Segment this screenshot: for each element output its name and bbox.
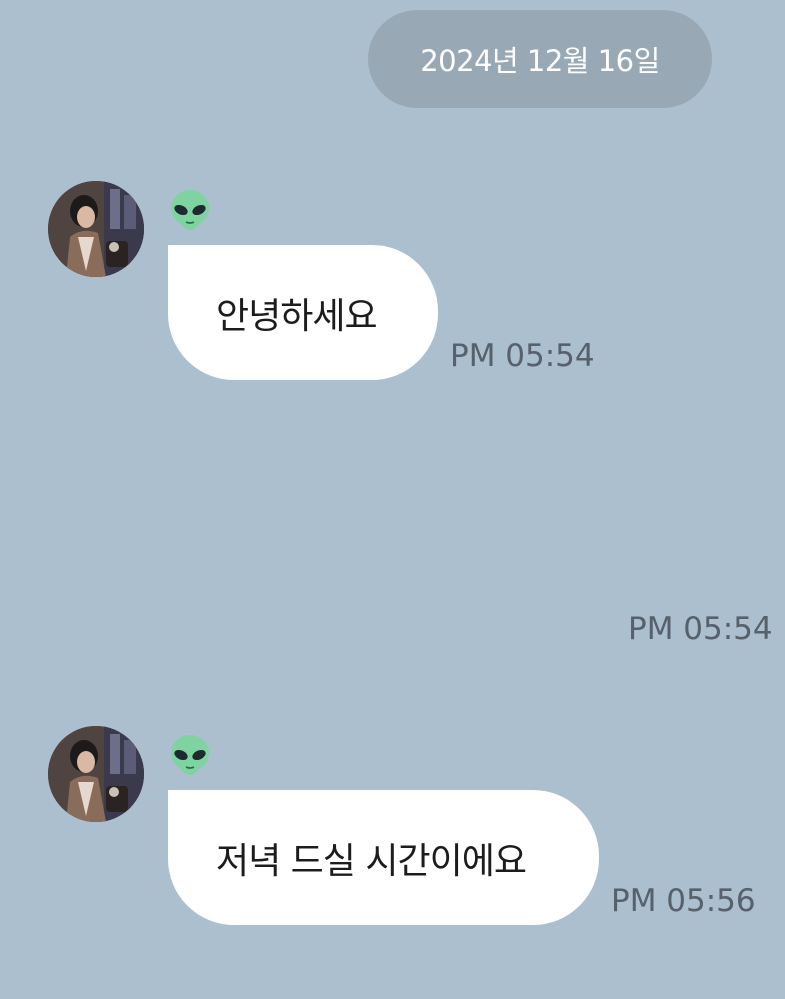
message-text: 안녕하세요	[216, 295, 378, 337]
message-time: PM 05:54	[450, 338, 595, 374]
message-time: PM 05:54	[628, 611, 773, 647]
message-bubble[interactable]: 저녁 드실 시간이에요	[168, 790, 599, 925]
message-text: 저녁 드실 시간이에요	[216, 840, 527, 882]
date-divider: 2024년 12월 16일	[368, 10, 712, 108]
avatar[interactable]	[48, 181, 144, 277]
message-time: PM 05:56	[611, 883, 756, 919]
alien-emoji-icon: 👽	[168, 733, 212, 777]
avatar[interactable]	[48, 726, 144, 822]
alien-emoji-icon: 👽	[168, 188, 212, 232]
message-bubble[interactable]: 안녕하세요	[168, 245, 438, 380]
